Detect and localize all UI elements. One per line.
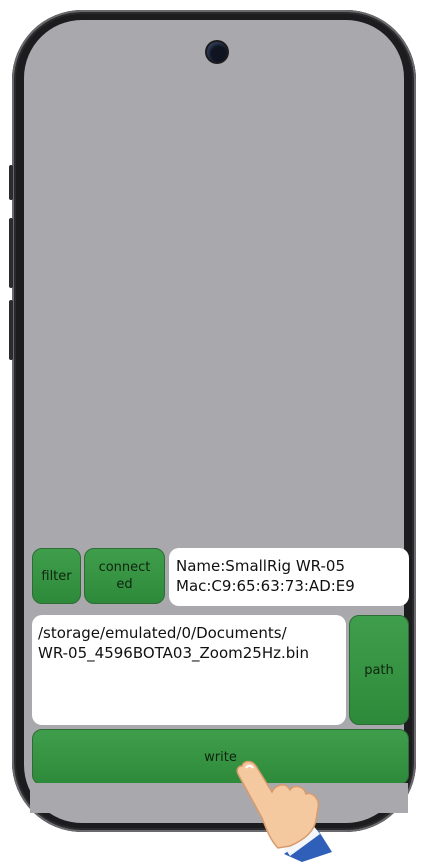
device-name: Name:SmallRig WR-05 bbox=[176, 557, 345, 575]
connected-button[interactable]: connect ed bbox=[84, 548, 165, 604]
front-camera-icon bbox=[207, 42, 227, 62]
filter-button-label: filter bbox=[41, 568, 72, 584]
volume-button bbox=[9, 165, 13, 200]
volume-button bbox=[9, 218, 13, 288]
device-mac: Mac:C9:65:63:73:AD:E9 bbox=[176, 577, 355, 595]
power-button bbox=[9, 300, 13, 360]
connected-button-label: connect ed bbox=[98, 560, 151, 592]
filter-button[interactable]: filter bbox=[32, 548, 81, 604]
pointing-hand-icon bbox=[236, 760, 332, 862]
screen-bottom bbox=[30, 783, 408, 813]
path-button[interactable]: path bbox=[349, 615, 409, 725]
file-path-text: /storage/emulated/0/Documents/ WR-05_459… bbox=[38, 624, 309, 662]
file-path-field[interactable]: /storage/emulated/0/Documents/ WR-05_459… bbox=[32, 615, 346, 725]
write-button[interactable]: write bbox=[32, 729, 409, 785]
device-info-panel: Name:SmallRig WR-05 Mac:C9:65:63:73:AD:E… bbox=[169, 548, 409, 606]
path-button-label: path bbox=[364, 662, 394, 678]
